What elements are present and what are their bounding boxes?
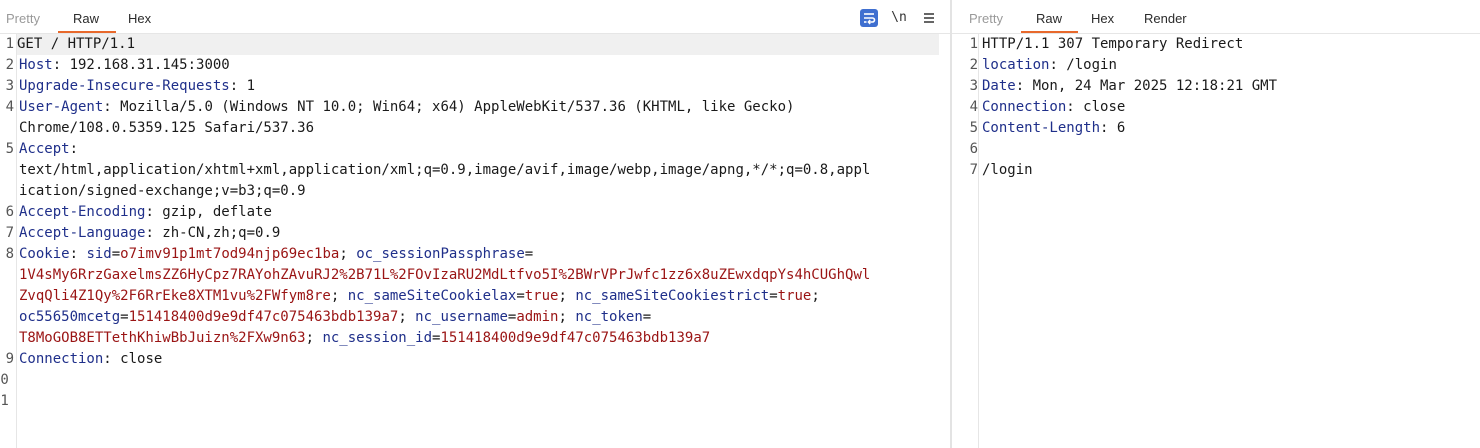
header-accept-encoding: Accept-Encoding: gzip, deflate [19, 204, 272, 220]
request-tab-bar: Pretty Raw Hex \n [0, 8, 950, 34]
line-number-gutter: 1 2 3 4 5 6 7 8 9 10 11 [0, 34, 17, 448]
header-user-agent-continued: Chrome/108.0.5359.125 Safari/537.36 [19, 120, 315, 136]
cookie-line-3: ZvqQli4Z1Qy%2F6RrEke8XTM1vu%2FWfym8re; n… [19, 288, 820, 304]
header-location: location: /login [982, 57, 1117, 73]
header-upgrade-insecure-requests: Upgrade-Insecure-Requests: 1 [19, 78, 256, 94]
header-cookie: Cookie: sid=o7imv91p1mt7od94njp69ec1ba; … [19, 246, 534, 262]
line-number: 1 [969, 36, 978, 52]
response-pane: Pretty Raw Hex Render 1 2 3 4 5 6 7 HTTP… [952, 0, 1480, 448]
request-tab-pretty[interactable]: Pretty [6, 11, 40, 26]
header-accept-language: Accept-Language: zh-CN,zh;q=0.9 [19, 225, 281, 241]
header-user-agent: User-Agent: Mozilla/5.0 (Windows NT 10.0… [19, 99, 795, 115]
line-number: 3 [969, 78, 978, 94]
response-body: /login [982, 162, 1033, 178]
header-accept: Accept: [19, 141, 79, 157]
header-connection: Connection: close [19, 351, 163, 367]
line-number: 4 [5, 99, 14, 115]
line-number: 9 [5, 351, 14, 367]
cookie-line-4: oc55650mcetg=151418400d9e9df47c075463bdb… [19, 309, 652, 325]
line-number: 11 [0, 393, 9, 409]
response-tab-render[interactable]: Render [1144, 11, 1187, 26]
response-tab-raw[interactable]: Raw [1036, 11, 1062, 26]
line-number: 8 [5, 246, 14, 262]
line-number: 5 [5, 141, 14, 157]
line-number: 5 [969, 120, 978, 136]
line-number: 10 [0, 372, 9, 388]
request-tab-hex[interactable]: Hex [128, 11, 151, 26]
request-line-1: GET / HTTP/1.1 [17, 34, 939, 55]
request-tab-raw[interactable]: Raw [73, 11, 99, 26]
request-pane: Pretty Raw Hex \n 1 2 3 4 5 6 7 8 9 0 1 … [0, 0, 950, 448]
newline-toggle-button[interactable]: \n [890, 9, 908, 27]
line-number: 3 [5, 78, 14, 94]
response-status-line: HTTP/1.1 307 Temporary Redirect [982, 36, 1244, 52]
header-accept-value-continued: ication/signed-exchange;v=b3;q=0.9 [19, 183, 306, 199]
line-number: 7 [969, 162, 978, 178]
word-wrap-icon[interactable] [860, 9, 878, 27]
line-number-gutter: 1 2 3 4 5 6 7 [964, 34, 979, 448]
header-date: Date: Mon, 24 Mar 2025 12:18:21 GMT [982, 78, 1278, 94]
cookie-passphrase-value: 1V4sMy6RrzGaxelmsZZ6HyCpz7RAYohZAvuRJ2%2… [19, 267, 871, 283]
response-tab-pretty[interactable]: Pretty [969, 11, 1003, 26]
header-connection: Connection: close [982, 99, 1126, 115]
line-number: 6 [969, 141, 978, 157]
header-host: Host: 192.168.31.145:3000 [19, 57, 230, 73]
line-number: 7 [5, 225, 14, 241]
line-number: 1 [5, 36, 14, 52]
line-number: 4 [969, 99, 978, 115]
header-accept-value: text/html,application/xhtml+xml,applicat… [19, 162, 871, 178]
line-number: 2 [969, 57, 978, 73]
line-number: 6 [5, 204, 14, 220]
hamburger-menu-icon[interactable] [920, 9, 938, 27]
header-content-length: Content-Length: 6 [982, 120, 1126, 136]
line-number: 2 [5, 57, 14, 73]
response-editor[interactable]: 1 2 3 4 5 6 7 HTTP/1.1 307 Temporary Red… [952, 34, 1480, 448]
cookie-line-5: T8MoGOB8ETTethKhiwBbJuizn%2FXw9n63; nc_s… [19, 330, 711, 346]
response-tab-hex[interactable]: Hex [1091, 11, 1114, 26]
response-tab-bar: Pretty Raw Hex Render [952, 8, 1480, 34]
request-editor[interactable]: 1 2 3 4 5 6 7 8 9 10 11 GET / HTTP/1.1 H… [0, 34, 950, 448]
